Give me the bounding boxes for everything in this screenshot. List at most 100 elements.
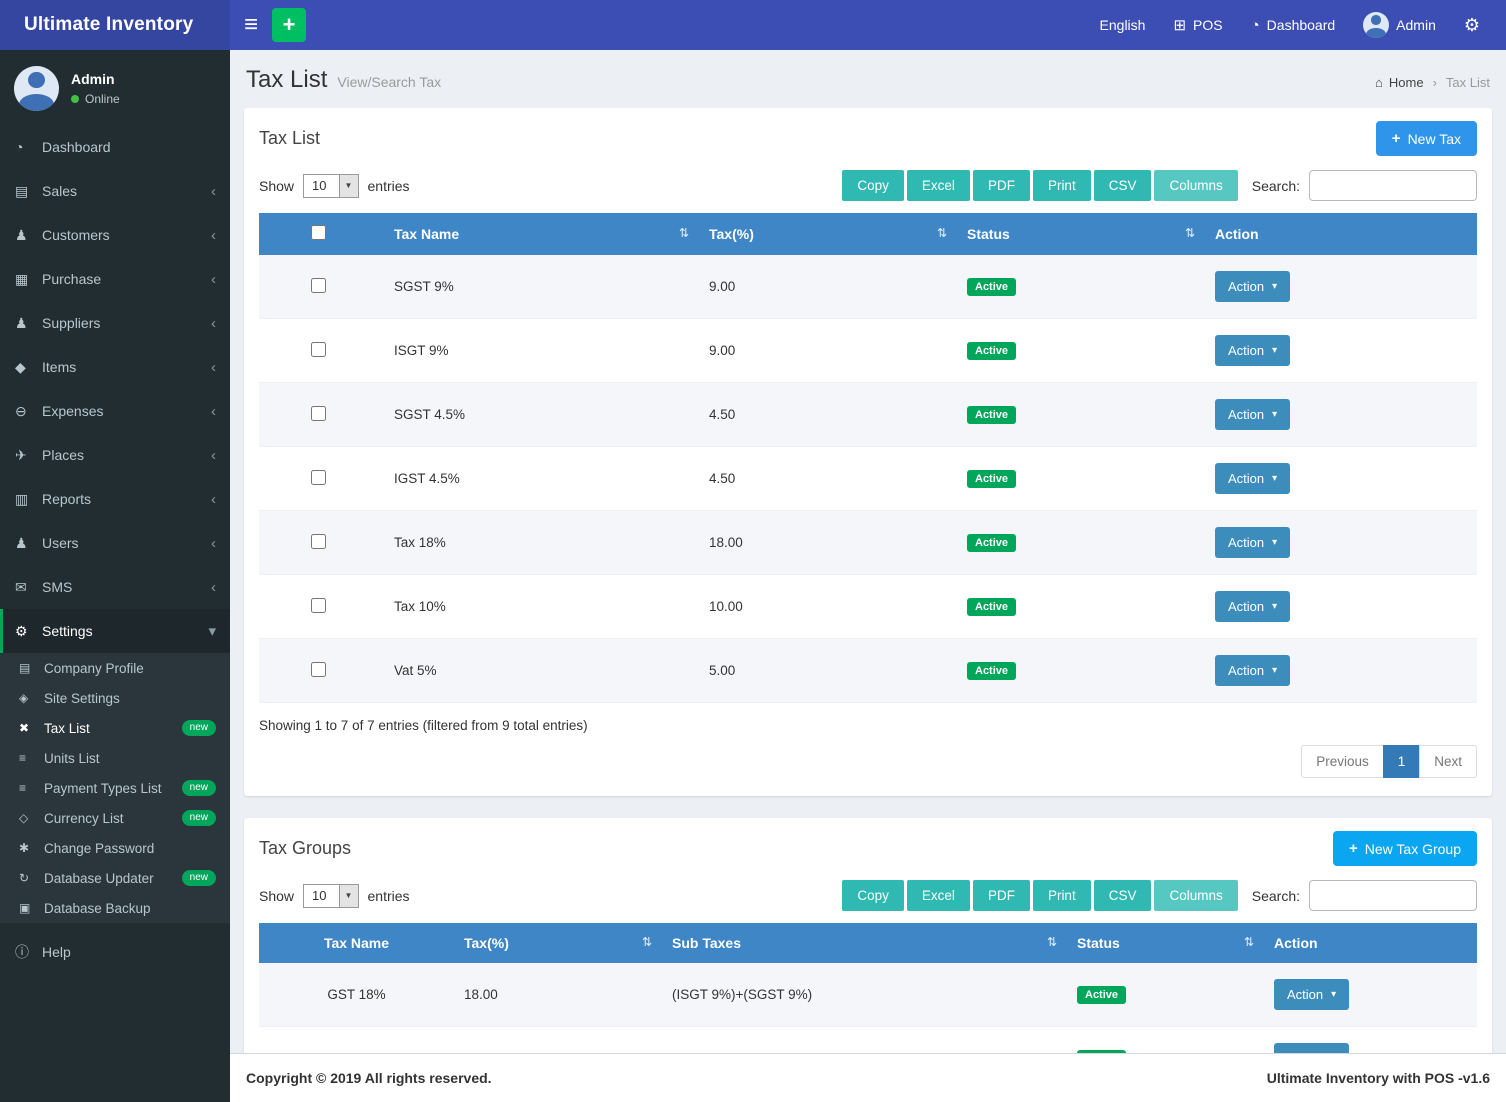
user-name-label: Admin [1396, 17, 1436, 33]
page-length-select[interactable]: 10 ▼ [303, 884, 358, 908]
sidebar-item-site-settings[interactable]: ◈ Site Settings [0, 683, 230, 713]
print-button[interactable]: Print [1033, 880, 1091, 911]
new-tax-button-label: New Tax [1408, 131, 1461, 147]
dashboard-icon: ◔ [15, 139, 42, 155]
sidebar-item-purchase[interactable]: ▦ Purchase ‹ [0, 257, 230, 301]
sidebar-item-label: Sales [42, 183, 77, 199]
column-header-tax-percent[interactable]: Tax(%)⇅ [454, 923, 662, 963]
action-button[interactable]: Action▾ [1274, 1043, 1349, 1053]
next-button[interactable]: Next [1419, 745, 1477, 778]
action-button[interactable]: Action▾ [1274, 979, 1349, 1010]
sidebar-item-payment-types-list[interactable]: ≡ Payment Types List new [0, 773, 230, 803]
print-button[interactable]: Print [1033, 170, 1091, 201]
search-input[interactable] [1309, 170, 1477, 201]
row-checkbox[interactable] [311, 534, 326, 549]
gear-icon[interactable]: ⚙ [1464, 15, 1480, 36]
new-tax-button[interactable]: + New Tax [1376, 121, 1477, 156]
sidebar-item-dashboard[interactable]: ◔ Dashboard [0, 125, 230, 169]
pdf-button[interactable]: PDF [973, 880, 1030, 911]
sort-icon: ⇅ [642, 935, 652, 949]
sidebar-item-label: Help [42, 944, 71, 960]
columns-button[interactable]: Columns [1154, 880, 1237, 911]
action-button[interactable]: Action▾ [1215, 591, 1290, 622]
action-button[interactable]: Action▾ [1215, 527, 1290, 558]
csv-button[interactable]: CSV [1094, 880, 1152, 911]
status-badge: Active [967, 470, 1016, 488]
column-header-sub-taxes[interactable]: Sub Taxes⇅ [662, 923, 1067, 963]
sidebar-item-currency-list[interactable]: ◇ Currency List new [0, 803, 230, 833]
row-checkbox[interactable] [311, 662, 326, 677]
language-menu[interactable]: English [1100, 17, 1146, 33]
user-menu[interactable]: Admin [1363, 12, 1436, 38]
sidebar-item-customers[interactable]: ♟ Customers ‹ [0, 213, 230, 257]
sidebar-item-change-password[interactable]: ✱ Change Password [0, 833, 230, 863]
version-text: Ultimate Inventory with POS -v1.6 [1267, 1070, 1490, 1086]
hamburger-icon[interactable]: ≡ [244, 13, 258, 37]
copy-button[interactable]: Copy [842, 170, 904, 201]
chevron-left-icon: ‹ [211, 359, 216, 376]
column-header-tax-percent[interactable]: Tax(%)⇅ [699, 213, 957, 255]
row-checkbox[interactable] [311, 406, 326, 421]
pos-link[interactable]: ⊞ POS [1173, 16, 1222, 34]
csv-button[interactable]: CSV [1094, 170, 1152, 201]
sidebar-user-name: Admin [71, 71, 120, 87]
column-header-tax-name[interactable]: Tax Name⇅ [384, 213, 699, 255]
sidebar-item-label: Items [42, 359, 76, 375]
dashboard-link[interactable]: ◔ Dashboard [1251, 17, 1336, 34]
copy-button[interactable]: Copy [842, 880, 904, 911]
sidebar-item-company-profile[interactable]: ▤ Company Profile [0, 653, 230, 683]
new-badge: new [182, 810, 216, 826]
columns-button[interactable]: Columns [1154, 170, 1237, 201]
chevron-left-icon: ‹ [211, 535, 216, 552]
sidebar-item-suppliers[interactable]: ♟ Suppliers ‹ [0, 301, 230, 345]
new-tax-group-button[interactable]: + New Tax Group [1333, 831, 1477, 866]
sidebar-item-label: Users [42, 535, 79, 551]
row-checkbox[interactable] [311, 470, 326, 485]
tax-name-cell: Tax 18% [384, 511, 699, 575]
table-row: GST 9% 9.00 (IGST 4.5%)+(SGST 4.5%) Acti… [259, 1027, 1477, 1054]
excel-button[interactable]: Excel [907, 170, 970, 201]
row-checkbox[interactable] [311, 342, 326, 357]
sidebar-item-settings[interactable]: ⚙ Settings ▾ [0, 609, 230, 653]
column-header-status[interactable]: Status⇅ [957, 213, 1205, 255]
action-button-label: Action [1228, 407, 1264, 422]
sidebar-item-help[interactable]: ⓘ Help [0, 930, 230, 974]
site-settings-icon: ◈ [19, 691, 44, 705]
row-checkbox[interactable] [311, 598, 326, 613]
sidebar-item-users[interactable]: ♟ Users ‹ [0, 521, 230, 565]
sidebar-item-database-backup[interactable]: ▣ Database Backup [0, 893, 230, 923]
sidebar-item-places[interactable]: ✈ Places ‹ [0, 433, 230, 477]
chevron-left-icon: ‹ [211, 579, 216, 596]
page-1-button[interactable]: 1 [1383, 745, 1421, 778]
sidebar-item-expenses[interactable]: ⊖ Expenses ‹ [0, 389, 230, 433]
sidebar-item-sales[interactable]: ▤ Sales ‹ [0, 169, 230, 213]
search-input[interactable] [1309, 880, 1477, 911]
sidebar-item-reports[interactable]: ▥ Reports ‹ [0, 477, 230, 521]
sidebar-item-database-updater[interactable]: ↻ Database Updater new [0, 863, 230, 893]
sidebar-item-tax-list[interactable]: ✖ Tax List new [0, 713, 230, 743]
pdf-button[interactable]: PDF [973, 170, 1030, 201]
action-button[interactable]: Action▾ [1215, 271, 1290, 302]
column-header-tax-name[interactable]: Tax Name [259, 923, 454, 963]
column-header-status[interactable]: Status⇅ [1067, 923, 1264, 963]
select-all-checkbox[interactable] [311, 225, 326, 240]
row-checkbox[interactable] [311, 278, 326, 293]
plus-icon: + [1392, 130, 1401, 147]
sidebar-user-panel: Admin Online [0, 50, 230, 125]
table-row: SGST 9% 9.00 Active Action▾ [259, 255, 1477, 319]
previous-button[interactable]: Previous [1301, 745, 1384, 778]
search-label: Search: [1252, 888, 1300, 904]
sidebar-item-units-list[interactable]: ≡ Units List [0, 743, 230, 773]
action-button[interactable]: Action▾ [1215, 399, 1290, 430]
action-button[interactable]: Action▾ [1215, 463, 1290, 494]
excel-button[interactable]: Excel [907, 880, 970, 911]
page-length-select[interactable]: 10 ▼ [303, 174, 358, 198]
quick-add-button[interactable]: + [272, 8, 306, 42]
action-button[interactable]: Action▾ [1215, 655, 1290, 686]
chevron-down-icon: ▾ [208, 622, 216, 640]
new-tax-group-button-label: New Tax Group [1365, 841, 1461, 857]
sidebar-item-items[interactable]: ◆ Items ‹ [0, 345, 230, 389]
action-button[interactable]: Action▾ [1215, 335, 1290, 366]
breadcrumb-home[interactable]: ⌂ Home [1375, 75, 1424, 90]
sidebar-item-sms[interactable]: ✉ SMS ‹ [0, 565, 230, 609]
